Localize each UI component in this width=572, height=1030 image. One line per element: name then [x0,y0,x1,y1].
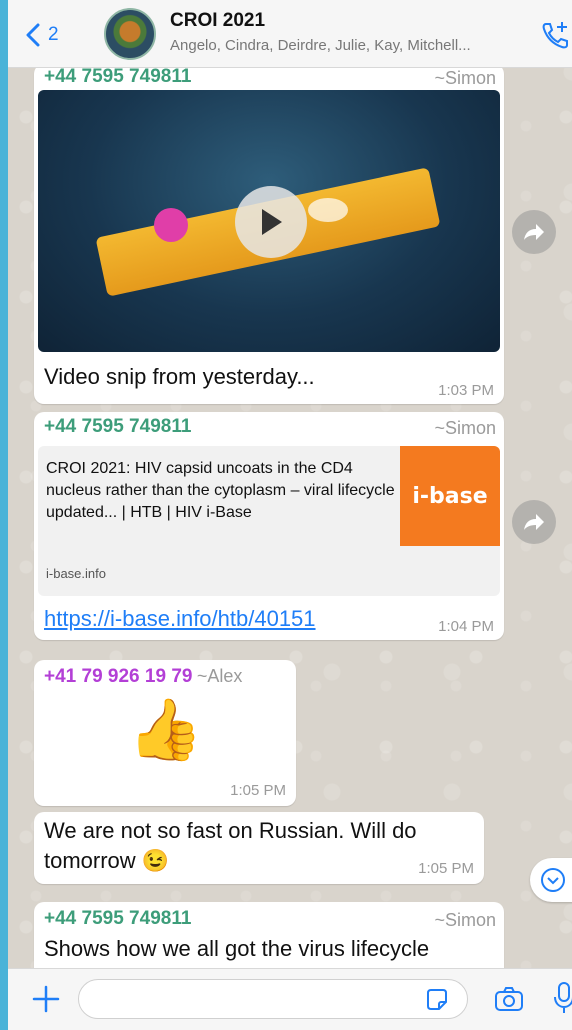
plus-icon[interactable] [32,985,60,1013]
message-text-line: We are not so fast on Russian. Will do [44,818,417,843]
play-icon [262,209,282,235]
forward-button[interactable] [512,210,556,254]
sticker-icon[interactable] [424,987,450,1013]
message-time: 1:05 PM [418,860,474,877]
mic-icon[interactable] [554,981,572,1015]
sender-pushname: ~Simon [434,68,496,88]
message-text-line: tomorrow 😉 [44,848,170,873]
chat-participants[interactable]: Angelo, Cindra, Deirdre, Julie, Kay, Mit… [170,37,471,54]
back-chevron-icon [26,23,40,47]
video-frame-highlight [308,198,348,222]
message-time: 1:05 PM [230,782,286,799]
thumbs-up-emoji: 👍 [128,696,203,763]
message-input-bar [8,968,572,1030]
link-preview-thumbnail: i-base [400,446,500,546]
forward-icon [524,224,544,240]
link-preview-domain: i-base.info [46,566,106,581]
camera-icon[interactable] [494,985,524,1013]
unread-count: 2 [48,24,59,45]
message-bubble-text[interactable]: We are not so fast on Russian. Will do t… [34,812,484,884]
sender-pushname: ~Alex [196,666,243,686]
message-time: 1:04 PM [438,618,494,635]
play-button[interactable] [235,186,307,258]
message-text-line: Shows how we all got the virus lifecycle [44,936,430,961]
message-bubble-video[interactable]: +44 7595 749811 ~Simon Video snip from y… [34,64,504,404]
scroll-down-icon [541,868,565,892]
sender-phone[interactable]: +41 79 926 19 79 [44,666,192,687]
sender-phone[interactable]: +44 7595 749811 [44,908,191,929]
sender-phone[interactable]: +44 7595 749811 [44,66,191,87]
link-preview-card[interactable]: CROI 2021: HIV capsid uncoats in the CD4… [38,446,500,596]
chat-title[interactable]: CROI 2021 [170,10,265,32]
link-preview-title: CROI 2021: HIV capsid uncoats in the CD4… [46,460,395,521]
forward-button[interactable] [512,500,556,544]
video-caption: Video snip from yesterday... [44,364,315,389]
scroll-to-bottom-button[interactable] [530,858,572,902]
message-time: 1:03 PM [438,382,494,399]
message-link[interactable]: https://i-base.info/htb/40151 [44,606,316,632]
video-thumbnail[interactable] [38,90,500,352]
message-input[interactable] [78,979,468,1019]
video-frame-blob [154,208,188,242]
message-bubble-link[interactable]: +44 7595 749811 ~Simon CROI 2021: HIV ca… [34,412,504,640]
chat-header: 2 CROI 2021 Angelo, Cindra, Deirdre, Jul… [8,0,572,68]
message-bubble-emoji[interactable]: +41 79 926 19 79 ~Alex 👍 1:05 PM [34,660,296,806]
group-avatar[interactable] [104,8,156,60]
chat-screen: 2 CROI 2021 Angelo, Cindra, Deirdre, Jul… [8,0,572,1030]
sender-pushname: ~Simon [434,910,496,930]
forward-icon [524,514,544,530]
sender-phone[interactable]: +44 7595 749811 [44,416,191,437]
ibase-logo: i-base [412,483,488,509]
sender-pushname: ~Simon [434,418,496,438]
back-button[interactable]: 2 [26,20,59,50]
group-call-icon[interactable] [540,20,572,50]
